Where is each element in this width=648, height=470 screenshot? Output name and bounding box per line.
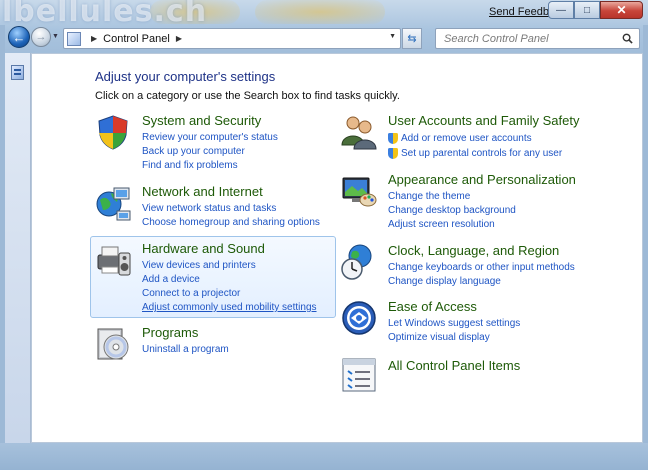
link-network-status[interactable]: View network status and tasks: [142, 202, 320, 216]
control-panel-icon: [67, 31, 81, 46]
link-mobility-settings[interactable]: Adjust commonly used mobility settings: [142, 301, 317, 315]
breadcrumb-separator-icon[interactable]: ▶: [91, 34, 97, 43]
programs-disc-icon[interactable]: [94, 325, 132, 363]
maximize-icon: □: [583, 4, 591, 16]
forward-button[interactable]: →: [31, 27, 51, 47]
category-title[interactable]: Clock, Language, and Region: [388, 243, 559, 258]
minimize-icon: —: [556, 4, 566, 16]
back-arrow-icon: ←: [12, 29, 26, 45]
link-find-fix[interactable]: Find and fix problems: [142, 159, 278, 173]
control-panel-home-icon[interactable]: [11, 65, 24, 80]
monitor-palette-icon[interactable]: [340, 172, 378, 210]
link-keyboards[interactable]: Change keyboards or other input methods: [388, 261, 575, 275]
printer-speaker-icon[interactable]: [94, 241, 132, 279]
category-title[interactable]: System and Security: [142, 113, 261, 128]
breadcrumb-control-panel[interactable]: Control Panel: [103, 33, 170, 45]
link-devices-printers[interactable]: View devices and printers: [142, 259, 317, 273]
category-title[interactable]: User Accounts and Family Safety: [388, 113, 579, 128]
list-icon[interactable]: [340, 356, 378, 394]
refresh-button[interactable]: ⇆: [402, 28, 422, 49]
link-uninstall[interactable]: Uninstall a program: [142, 343, 229, 357]
close-icon: ✕: [616, 3, 627, 17]
window-frame-right: [643, 25, 648, 445]
link-add-remove-accounts[interactable]: Add or remove user accounts: [388, 131, 562, 146]
navigation-bar: ← → ▼ ▶ Control Panel ▶ ▼ ⇆: [0, 25, 648, 51]
back-button[interactable]: ←: [8, 26, 30, 48]
address-bar[interactable]: ▶ Control Panel ▶ ▼: [63, 28, 401, 49]
ease-of-access-icon[interactable]: [340, 299, 378, 337]
link-display-language[interactable]: Change display language: [388, 275, 575, 289]
category-title[interactable]: Programs: [142, 325, 198, 340]
page-subtitle: Click on a category or use the Search bo…: [95, 90, 400, 102]
link-desktop-background[interactable]: Change desktop background: [388, 204, 516, 218]
window-frame-bottom: [0, 443, 648, 470]
search-input[interactable]: [442, 30, 612, 47]
link-add-device[interactable]: Add a device: [142, 273, 317, 287]
left-pane: [5, 53, 31, 443]
link-screen-resolution[interactable]: Adjust screen resolution: [388, 218, 516, 232]
caption-buttons: — □ ✕: [548, 1, 643, 19]
title-decoration: [255, 0, 385, 24]
link-optimize-visual[interactable]: Optimize visual display: [388, 331, 520, 345]
shield-icon[interactable]: [94, 113, 132, 151]
breadcrumb-separator-icon[interactable]: ▶: [176, 34, 182, 43]
forward-arrow-icon: →: [35, 31, 47, 43]
link-change-theme[interactable]: Change the theme: [388, 190, 516, 204]
minimize-button[interactable]: —: [548, 1, 574, 19]
address-dropdown-icon[interactable]: ▼: [389, 33, 396, 40]
network-globe-icon[interactable]: [94, 184, 132, 222]
category-title[interactable]: All Control Panel Items: [388, 358, 520, 373]
category-title[interactable]: Appearance and Personalization: [388, 172, 576, 187]
close-button[interactable]: ✕: [600, 1, 643, 19]
page-title: Adjust your computer's settings: [95, 69, 276, 84]
clock-globe-icon[interactable]: [340, 243, 378, 281]
category-title[interactable]: Ease of Access: [388, 299, 477, 314]
search-box: [435, 28, 640, 49]
refresh-icon: ⇆: [407, 33, 417, 45]
maximize-button[interactable]: □: [574, 1, 600, 19]
recent-pages-dropdown[interactable]: ▼: [52, 33, 59, 40]
link-review-status[interactable]: Review your computer's status: [142, 131, 278, 145]
main-content: Adjust your computer's settings Click on…: [31, 53, 643, 443]
link-suggest-settings[interactable]: Let Windows suggest settings: [388, 317, 520, 331]
link-homegroup[interactable]: Choose homegroup and sharing options: [142, 216, 320, 230]
link-backup[interactable]: Back up your computer: [142, 145, 278, 159]
search-icon[interactable]: [622, 33, 633, 44]
category-title[interactable]: Hardware and Sound: [142, 241, 265, 256]
category-title[interactable]: Network and Internet: [142, 184, 263, 199]
users-icon[interactable]: [340, 113, 378, 151]
link-connect-projector[interactable]: Connect to a projector: [142, 287, 317, 301]
link-parental-controls[interactable]: Set up parental controls for any user: [388, 146, 562, 161]
control-panel-window: lbellules.ch Send Feedback — □ ✕ ← → ▼ ▶…: [0, 0, 648, 470]
chevron-down-icon: ▼: [52, 33, 59, 40]
